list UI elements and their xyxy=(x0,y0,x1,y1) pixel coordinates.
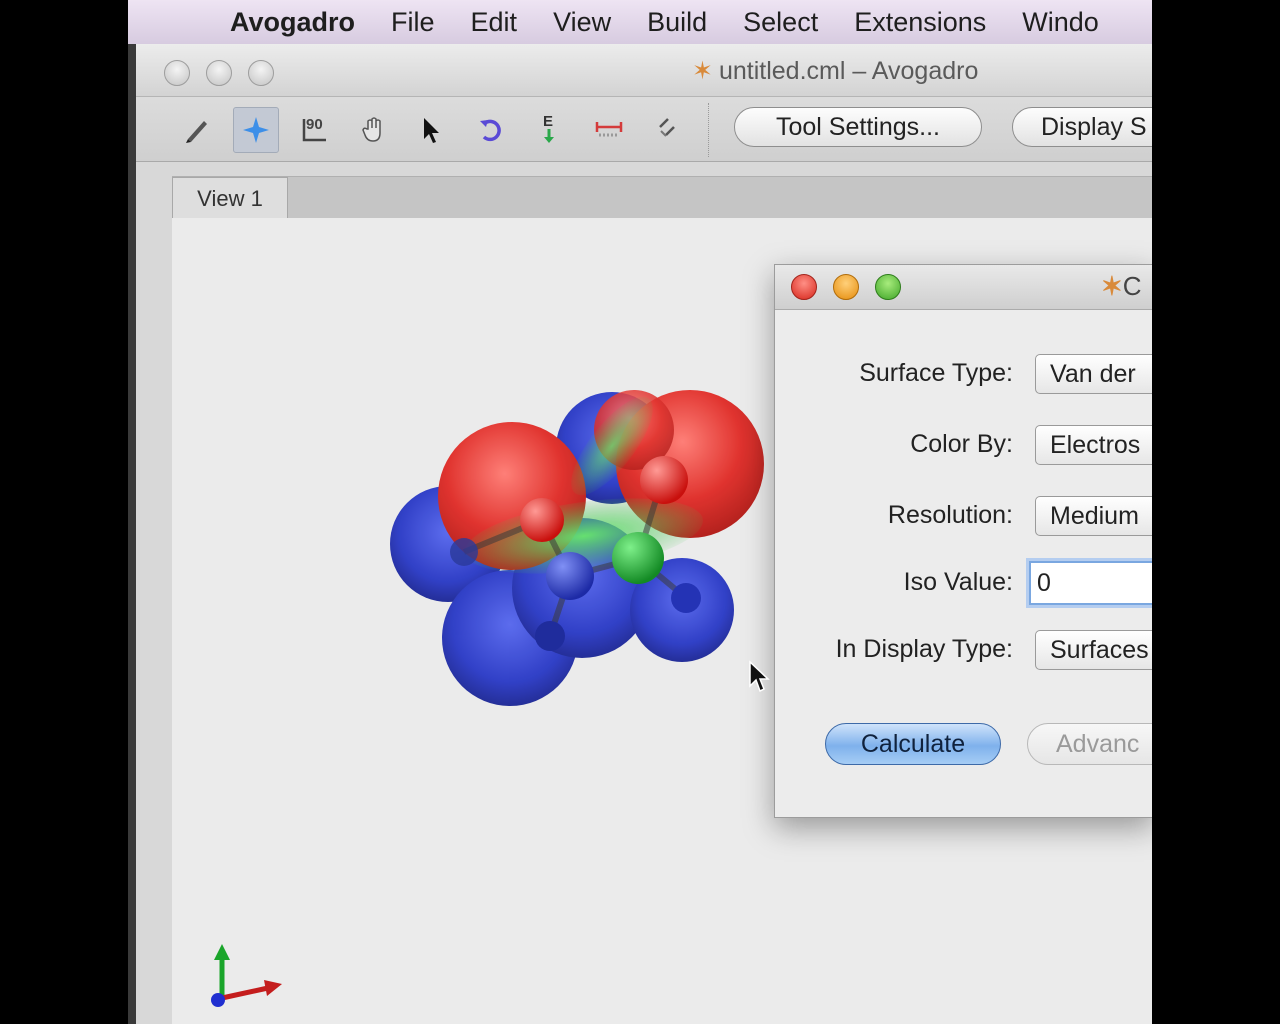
oxygen-atom[interactable] xyxy=(520,498,564,542)
dialog-titlebar[interactable]: ✶C xyxy=(775,265,1152,310)
avogadro-star-icon: ✶ xyxy=(1101,271,1123,301)
measure-tool-icon[interactable] xyxy=(586,107,632,153)
auto-rotate-tool-icon[interactable] xyxy=(468,107,514,153)
menu-view[interactable]: View xyxy=(553,7,611,38)
hydrogen-atom[interactable] xyxy=(671,583,701,613)
dialog-title: ✶C xyxy=(1101,271,1142,302)
window-zoom-button[interactable] xyxy=(248,60,274,86)
dialog-close-button[interactable] xyxy=(791,274,817,300)
menu-build[interactable]: Build xyxy=(647,7,707,38)
draw-tool-icon[interactable] xyxy=(174,107,220,153)
color-by-select[interactable]: Electros xyxy=(1035,425,1152,465)
surface-type-label: Surface Type: xyxy=(859,359,1013,387)
menu-app-name[interactable]: Avogadro xyxy=(230,7,355,38)
navigate-tool-icon[interactable] xyxy=(233,107,279,153)
tool-settings-button[interactable]: Tool Settings... xyxy=(734,107,982,147)
tab-view-1[interactable]: View 1 xyxy=(172,177,288,219)
calculate-button[interactable]: Calculate xyxy=(825,723,1001,765)
display-type-select[interactable]: Surfaces xyxy=(1035,630,1152,670)
advanced-button[interactable]: Advanc xyxy=(1027,723,1152,765)
bond-centric-angle-text: 90 xyxy=(306,116,323,133)
window-close-button[interactable] xyxy=(164,60,190,86)
menu-file[interactable]: File xyxy=(391,7,435,38)
menu-edit[interactable]: Edit xyxy=(471,7,518,38)
align-tool-icon[interactable] xyxy=(644,107,690,153)
dialog-title-text: C xyxy=(1122,271,1142,301)
color-by-label: Color By: xyxy=(910,430,1013,458)
surfaces-dialog: ✶C Surface Type: Van der Color By: Elect… xyxy=(774,264,1152,818)
display-type-label: In Display Type: xyxy=(835,635,1013,663)
window-title-text: untitled.cml – Avogadro xyxy=(718,57,979,85)
bond-centric-tool-icon[interactable]: 90 xyxy=(291,107,337,153)
menu-select[interactable]: Select xyxy=(743,7,818,38)
iso-value-input[interactable] xyxy=(1029,561,1152,605)
surface-type-select[interactable]: Van der xyxy=(1035,354,1152,394)
auto-optimize-tool-icon[interactable]: E xyxy=(526,107,572,153)
desktop-edge xyxy=(128,44,136,1024)
toolbar: 90 E Tool Settings... Display S xyxy=(136,97,1152,162)
hydrogen-atom[interactable] xyxy=(450,538,478,566)
auto-optimize-energy-text: E xyxy=(543,113,554,130)
iso-value-label: Iso Value: xyxy=(903,568,1013,596)
window-titlebar[interactable]: ✶ untitled.cml – Avogadro xyxy=(136,44,1152,97)
axes-indicator xyxy=(211,944,282,1007)
oxygen-atom[interactable] xyxy=(640,456,688,504)
hydrogen-atom[interactable] xyxy=(535,621,565,651)
nitrogen-atom[interactable] xyxy=(546,552,594,600)
select-tool-icon[interactable] xyxy=(408,107,454,153)
menu-window[interactable]: Windo xyxy=(1022,7,1099,38)
display-settings-button[interactable]: Display S xyxy=(1012,107,1152,147)
screen: Avogadro File Edit View Build Select Ext… xyxy=(128,0,1152,1024)
mouse-pointer-icon xyxy=(749,660,770,693)
dialog-zoom-button[interactable] xyxy=(875,274,901,300)
window-title: ✶ untitled.cml – Avogadro xyxy=(692,56,978,86)
avogadro-star-icon: ✶ xyxy=(692,57,713,85)
resolution-label: Resolution: xyxy=(887,501,1013,529)
window-minimize-button[interactable] xyxy=(206,60,232,86)
electrostatic-surface xyxy=(390,390,764,706)
dialog-minimize-button[interactable] xyxy=(833,274,859,300)
menu-bar: Avogadro File Edit View Build Select Ext… xyxy=(128,0,1152,45)
tab-strip: View 1 xyxy=(172,176,1152,219)
menu-extensions[interactable]: Extensions xyxy=(854,7,986,38)
manipulate-tool-icon[interactable] xyxy=(350,107,396,153)
toolbar-separator xyxy=(708,103,711,157)
carbon-atom[interactable] xyxy=(612,532,664,584)
resolution-select[interactable]: Medium xyxy=(1035,496,1152,536)
